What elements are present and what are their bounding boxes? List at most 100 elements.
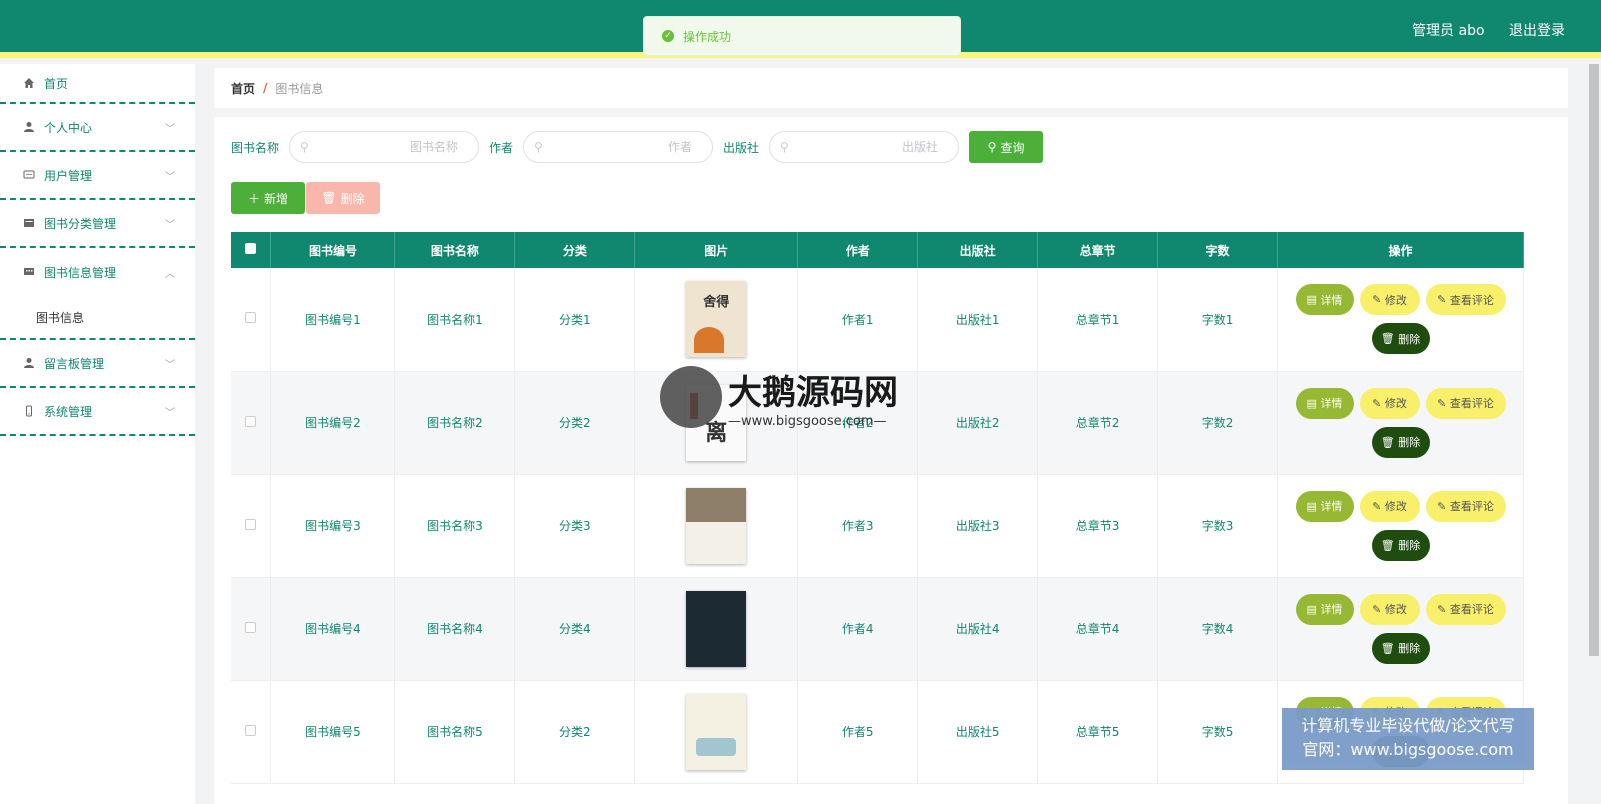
edit-button[interactable]: ✎ 修改 xyxy=(1359,387,1420,419)
pencil-icon: ✎ xyxy=(1437,499,1450,513)
sidebar-subitem-book-info[interactable]: 图书信息 xyxy=(0,296,195,340)
delete-button[interactable]: 🗑 删除 xyxy=(1371,426,1430,458)
cell-words: 字数5 xyxy=(1157,680,1278,784)
user-icon xyxy=(22,120,36,134)
row-checkbox[interactable] xyxy=(245,415,257,427)
delete-label: 删除 xyxy=(1398,332,1421,346)
pencil-icon: ✎ xyxy=(1372,396,1385,410)
chevron-up-icon: ︿ xyxy=(165,268,175,280)
add-button[interactable]: ＋ 新增 xyxy=(231,182,305,214)
batch-delete-button-label: 删除 xyxy=(340,191,365,206)
edit-button[interactable]: ✎ 修改 xyxy=(1359,593,1420,625)
search-icon: ⚲ xyxy=(534,140,543,154)
book-name-field[interactable]: ⚲ xyxy=(289,131,480,163)
cell-book-name: 图书名称4 xyxy=(394,577,516,681)
sidebar-item-book-category[interactable]: 图书分类管理 ﹀ xyxy=(0,200,195,248)
page-scrollbar[interactable] xyxy=(1589,64,1599,656)
cell-author: 作者3 xyxy=(797,474,919,578)
sidebar-item-users[interactable]: 用户管理 ﹀ xyxy=(0,152,195,200)
book-table: 图书编号 图书名称 分类 图片 作者 出版社 总章节 字数 操作 图书编号1 图… xyxy=(231,232,1524,784)
main-panel: 图书名称 ⚲ 作者 ⚲ 出版社 ⚲ ⚲ 查询 ＋ 新增 🗑 删除 xyxy=(214,117,1568,804)
publisher-field[interactable]: ⚲ xyxy=(769,131,960,163)
delete-button[interactable]: 🗑 删除 xyxy=(1371,632,1430,664)
col-header: 图书名称 xyxy=(394,232,516,268)
sidebar-item-personal[interactable]: 个人中心 ﹀ xyxy=(0,104,195,152)
cell-category: 分类2 xyxy=(514,371,636,475)
detail-button[interactable]: ▤ 详情 xyxy=(1295,284,1354,316)
row-checkbox[interactable] xyxy=(245,724,257,736)
row-select-cell[interactable] xyxy=(231,680,272,784)
table-header-row: 图书编号 图书名称 分类 图片 作者 出版社 总章节 字数 操作 xyxy=(231,232,1524,268)
batch-delete-button[interactable]: 🗑 删除 xyxy=(306,182,380,214)
ad-banner[interactable]: 计算机专业毕设代做/论文代写 官网：www.bigsgoose.com xyxy=(1282,708,1534,770)
book-cover-image[interactable]: 离 xyxy=(686,384,747,461)
cell-book-name: 图书名称2 xyxy=(394,371,516,475)
cell-category: 分类3 xyxy=(514,474,636,578)
toolbar: ＋ 新增 🗑 删除 xyxy=(231,182,380,214)
home-icon xyxy=(22,76,36,90)
detail-button[interactable]: ▤ 详情 xyxy=(1295,387,1354,419)
book-cover-image[interactable]: 舍得 xyxy=(686,281,747,358)
search-icon: ⚲ xyxy=(987,140,997,154)
edit-button[interactable]: ✎ 修改 xyxy=(1359,490,1420,522)
edit-button[interactable]: ✎ 修改 xyxy=(1359,284,1420,316)
detail-button[interactable]: ▤ 详情 xyxy=(1295,490,1354,522)
document-icon: ▤ xyxy=(1306,602,1321,616)
select-all-checkbox[interactable] xyxy=(245,243,257,254)
select-all-header[interactable] xyxy=(231,232,272,268)
view-comments-button[interactable]: ✎ 查看评论 xyxy=(1425,490,1506,522)
check-circle-icon: ✓ xyxy=(662,30,674,42)
publisher-input[interactable] xyxy=(818,140,939,154)
row-select-cell[interactable] xyxy=(231,577,272,681)
cell-operations: ▤ 详情 ✎ 修改 ✎ 查看评论 🗑 删除 xyxy=(1277,474,1524,578)
breadcrumb-home[interactable]: 首页 xyxy=(231,80,255,97)
add-button-label: 新增 xyxy=(264,191,289,206)
view-comments-button[interactable]: ✎ 查看评论 xyxy=(1425,593,1506,625)
detail-button[interactable]: ▤ 详情 xyxy=(1295,593,1354,625)
logout-link[interactable]: 退出登录 xyxy=(1509,23,1565,39)
delete-button[interactable]: 🗑 删除 xyxy=(1371,529,1430,561)
ad-line-1: 计算机专业毕设代做/论文代写 xyxy=(1301,716,1515,735)
row-checkbox[interactable] xyxy=(245,312,257,324)
sidebar-item-system[interactable]: 系统管理 ﹀ xyxy=(0,388,195,436)
comments-label: 查看评论 xyxy=(1449,397,1494,410)
cell-cover: 离 xyxy=(634,371,799,475)
view-comments-button[interactable]: ✎ 查看评论 xyxy=(1425,284,1506,316)
book-cover-title: 离 xyxy=(705,420,728,446)
edit-label: 修改 xyxy=(1384,603,1407,616)
detail-label: 详情 xyxy=(1320,500,1343,513)
row-select-cell[interactable] xyxy=(231,371,272,475)
cell-author: 作者2 xyxy=(797,371,919,475)
book-cover-image[interactable] xyxy=(686,487,747,564)
pencil-icon: ✎ xyxy=(1372,602,1385,616)
sidebar-item-book-info[interactable]: 图书信息管理 ︿ xyxy=(0,248,195,296)
delete-button[interactable]: 🗑 删除 xyxy=(1371,323,1430,355)
book-cover-image[interactable] xyxy=(686,693,747,770)
cell-book-name: 图书名称1 xyxy=(394,268,516,372)
row-select-cell[interactable] xyxy=(231,268,272,372)
cell-book-id: 图书编号1 xyxy=(270,268,396,372)
book-icon xyxy=(22,216,36,230)
sidebar-item-home[interactable]: 首页 xyxy=(0,64,195,104)
author-field[interactable]: ⚲ xyxy=(523,131,714,163)
book-name-input[interactable] xyxy=(338,140,459,154)
book-cover-image[interactable] xyxy=(686,590,747,667)
cell-words: 字数1 xyxy=(1157,268,1278,372)
row-select-cell[interactable] xyxy=(231,474,272,578)
cell-category: 分类1 xyxy=(514,268,636,372)
cell-book-name: 图书名称3 xyxy=(394,474,516,578)
cell-publisher: 出版社4 xyxy=(917,577,1039,681)
view-comments-button[interactable]: ✎ 查看评论 xyxy=(1425,387,1506,419)
chevron-down-icon: ﹀ xyxy=(165,219,175,231)
detail-label: 详情 xyxy=(1320,603,1343,616)
cell-words: 字数4 xyxy=(1157,577,1278,681)
query-button[interactable]: ⚲ 查询 xyxy=(969,131,1044,163)
sidebar-item-message-board[interactable]: 留言板管理 ﹀ xyxy=(0,340,195,388)
row-checkbox[interactable] xyxy=(245,621,257,633)
col-header: 字数 xyxy=(1157,232,1278,268)
cell-category: 分类4 xyxy=(514,577,636,681)
author-input[interactable] xyxy=(572,140,693,154)
cell-book-id: 图书编号4 xyxy=(270,577,396,681)
row-checkbox[interactable] xyxy=(245,518,257,530)
cell-book-id: 图书编号2 xyxy=(270,371,396,475)
